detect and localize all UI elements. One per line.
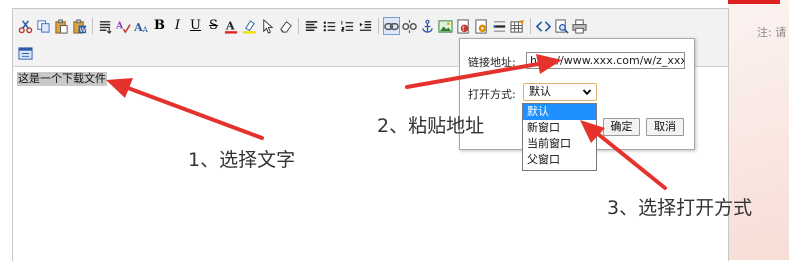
annotation-arrows: [106, 54, 667, 190]
arrow-step-1: [106, 78, 264, 140]
arrow-step-3: [580, 120, 667, 190]
arrow-step-2: [405, 54, 562, 89]
